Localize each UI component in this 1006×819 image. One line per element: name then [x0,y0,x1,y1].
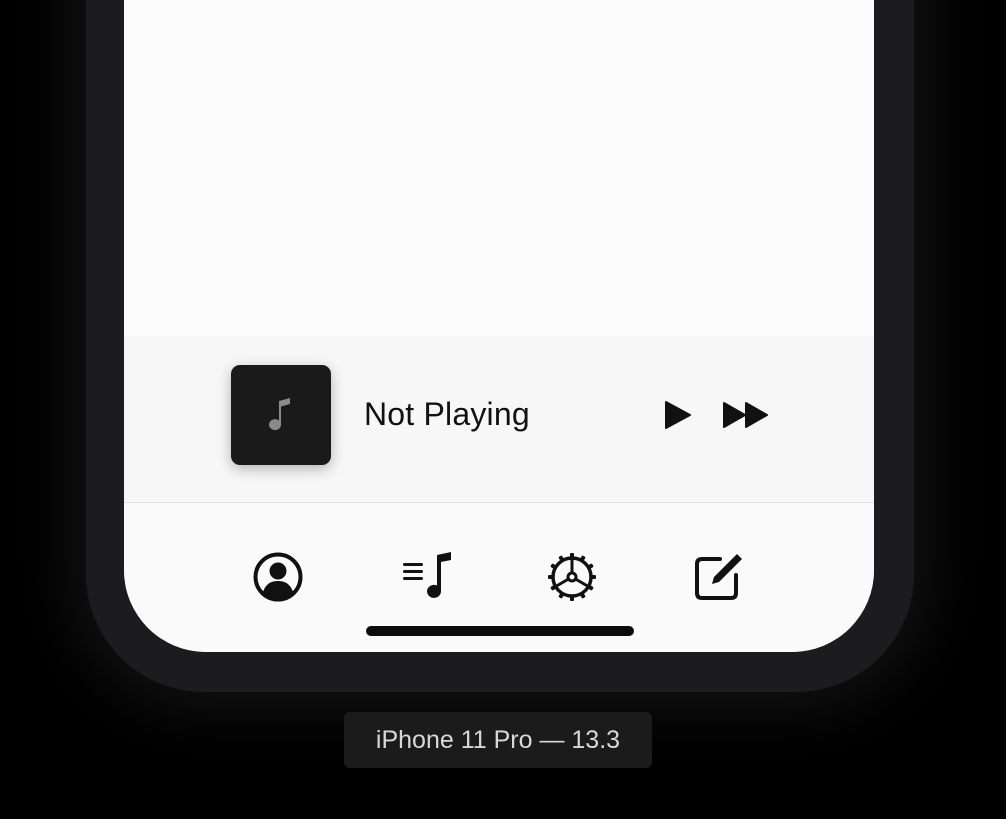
compose-icon [695,554,742,600]
device-label: iPhone 11 Pro — 13.3 [344,712,652,768]
home-indicator[interactable] [366,626,634,636]
music-list-icon [403,552,451,598]
play-button[interactable] [664,400,692,430]
device-screen: Not Playing [124,0,874,652]
mini-player[interactable]: Not Playing [124,336,874,503]
content-area [124,0,874,336]
album-artwork [231,365,331,465]
play-icon [665,401,691,429]
tab-settings[interactable] [544,549,600,605]
fast-forward-button[interactable] [722,400,770,430]
tab-profile[interactable] [250,549,306,605]
music-note-icon [269,398,290,431]
track-title: Not Playing [364,396,530,432]
simulator-stage: Not Playing iPhone 11 Pro — 13.3 [0,0,1006,819]
gear-icon [548,553,596,601]
tab-music[interactable] [399,549,455,605]
tab-bar [124,503,874,652]
fast-forward-icon [723,402,768,428]
person-circle-icon [253,552,303,602]
tab-compose[interactable] [690,549,746,605]
